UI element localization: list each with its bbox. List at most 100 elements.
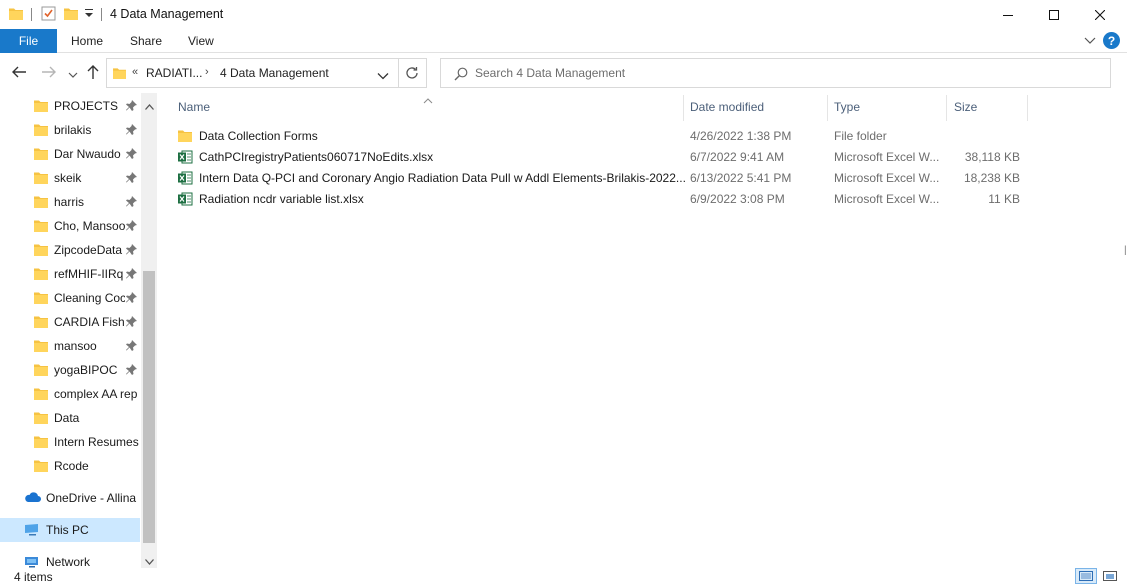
file-row[interactable]: Intern Data Q-PCI and Coronary Angio Rad… [176,168,1029,189]
address-bar[interactable]: « RADIATI... › 4 Data Management [106,58,427,88]
maximize-button[interactable] [1031,0,1077,29]
folder-icon [34,99,48,115]
folder-icon [34,339,48,355]
folder-icon [34,123,48,139]
sidebar-item-dar-nwaudo[interactable]: Dar Nwaudo [0,142,140,166]
scroll-up-arrow-icon[interactable] [145,99,154,113]
sidebar-item-intern-resumes[interactable]: Intern Resumes [0,430,140,454]
details-view-button[interactable] [1075,568,1097,584]
scrollbar-thumb[interactable] [143,271,155,543]
sidebar-item-onedrive[interactable]: OneDrive - Allina [0,486,140,510]
sidebar-item-this-pc[interactable]: This PC [0,518,140,542]
file-type: File folder [834,129,887,143]
up-arrow-icon[interactable] [86,64,100,83]
file-name: Data Collection Forms [199,129,318,143]
pin-icon[interactable] [126,340,137,354]
file-size: 11 KB [988,192,1020,206]
folder-icon [34,171,48,187]
pin-icon[interactable] [126,172,137,186]
tab-view[interactable]: View [188,29,214,53]
folder-icon [34,459,48,475]
new-folder-icon[interactable] [64,7,78,23]
sidebar-item-rcode[interactable]: Rcode [0,454,140,478]
column-divider[interactable] [827,95,828,121]
column-divider[interactable] [946,95,947,121]
sidebar-item-label: harris [54,195,85,209]
pin-icon[interactable] [126,268,137,282]
column-header-name[interactable]: Name [178,93,683,121]
sidebar-item-label: yogaBIPOC [54,363,118,377]
sidebar-item-label: Network [46,555,91,568]
sidebar-item-mansoo[interactable]: mansoo [0,334,140,358]
sidebar-item-data[interactable]: Data [0,406,140,430]
properties-check-icon[interactable] [41,6,56,24]
folder-icon [34,147,48,163]
sidebar-item-label: CARDIA Fish [54,315,125,329]
pin-icon[interactable] [126,244,137,258]
search-box[interactable] [440,58,1111,88]
pin-icon[interactable] [126,316,137,330]
pin-icon[interactable] [126,292,137,306]
title-bar: 4 Data Management [0,0,1127,29]
customize-dropdown-icon[interactable] [84,6,94,22]
column-header-date-modified[interactable]: Date modified [690,93,827,121]
file-type: Microsoft Excel W... [834,171,940,185]
excel-icon [178,150,193,167]
sidebar-item-complex-aa-rep[interactable]: complex AA rep [0,382,140,406]
breadcrumb-segment-current[interactable]: 4 Data Management [220,66,329,80]
folder-icon [9,7,23,23]
sidebar-item-network[interactable]: Network [0,550,140,568]
large-icons-view-button[interactable] [1099,568,1121,584]
sidebar-item-brilakis[interactable]: brilakis [0,118,140,142]
breadcrumb-segment-radiation[interactable]: RADIATI... [146,66,202,80]
navigation-scrollbar[interactable] [141,93,157,568]
sidebar-item-cardia-fish[interactable]: CARDIA Fish [0,310,140,334]
sidebar-item-yogabipoc[interactable]: yogaBIPOC [0,358,140,382]
cloud-icon [24,491,41,506]
tab-home[interactable]: Home [71,29,103,53]
minimize-icon [1003,14,1013,16]
scroll-down-arrow-icon[interactable] [145,554,154,568]
file-row[interactable]: CathPCIregistryPatients060717NoEdits.xls… [176,147,1029,168]
toolbar-separator [101,8,102,21]
column-header-type[interactable]: Type [834,93,946,121]
folder-icon [34,291,48,307]
column-header-size[interactable]: Size [954,93,1026,121]
tab-file[interactable]: File [0,29,57,53]
address-divider [398,59,399,87]
help-icon[interactable]: ? [1103,32,1120,49]
pin-icon[interactable] [126,100,137,114]
expand-ribbon-icon[interactable] [1084,34,1096,48]
sidebar-item-harris[interactable]: harris [0,190,140,214]
breadcrumb-separator[interactable]: › [205,66,209,78]
address-dropdown-icon[interactable] [377,69,389,83]
pin-icon[interactable] [126,364,137,378]
file-row[interactable]: Data Collection Forms 4/26/2022 1:38 PM … [176,126,1029,147]
recent-locations-chevron-icon[interactable] [68,68,78,82]
network-icon [24,555,40,568]
pin-icon[interactable] [126,124,137,138]
close-button[interactable] [1077,0,1123,29]
large-icons-view-icon [1103,571,1117,581]
column-divider[interactable] [1027,95,1028,121]
sidebar-item-zipcodedata[interactable]: ZipcodeData [0,238,140,262]
sidebar-item-cho-mansoo[interactable]: Cho, Mansoo [0,214,140,238]
refresh-icon[interactable] [405,66,419,83]
folder-icon [34,387,48,403]
tab-share[interactable]: Share [130,29,162,53]
pin-icon[interactable] [126,220,137,234]
folder-icon [113,67,126,82]
pin-icon[interactable] [126,148,137,162]
sidebar-item-cleaning-code[interactable]: Cleaning Coc [0,286,140,310]
breadcrumb-overflow[interactable]: « [132,66,138,78]
search-input[interactable] [475,59,1095,87]
minimize-button[interactable] [985,0,1031,29]
pin-icon[interactable] [126,196,137,210]
sidebar-item-projects[interactable]: PROJECTS [0,94,140,118]
column-divider[interactable] [683,95,684,121]
sidebar-item-skeik[interactable]: skeik [0,166,140,190]
back-arrow-icon[interactable] [11,65,27,82]
sidebar-item-refmhif[interactable]: refMHIF-IIRq [0,262,140,286]
file-row[interactable]: Radiation ncdr variable list.xlsx 6/9/20… [176,189,1029,210]
forward-arrow-icon[interactable] [41,65,57,82]
